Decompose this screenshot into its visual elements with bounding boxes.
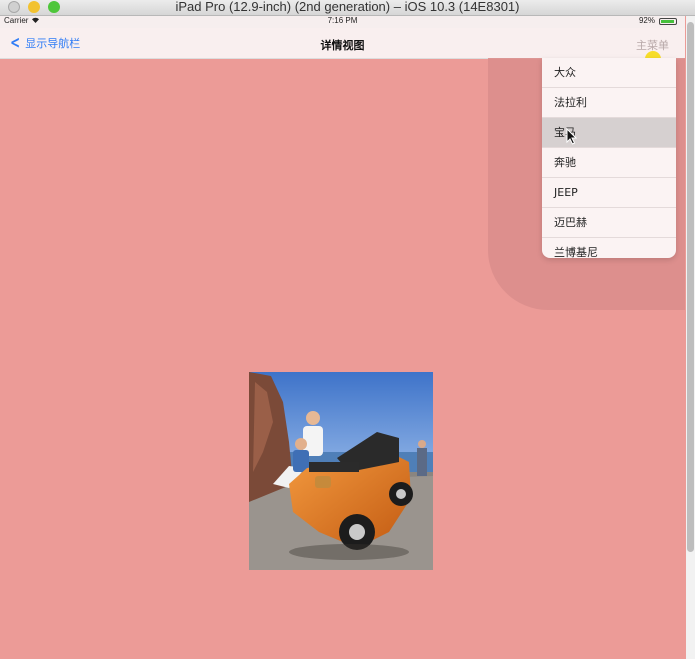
navigation-bar: < 显示导航栏 详情视图 主菜单 <box>0 28 685 59</box>
popover-item[interactable]: 迈巴赫 <box>542 208 676 238</box>
car-photo <box>249 372 433 570</box>
popover-item[interactable]: 奔驰 <box>542 148 676 178</box>
status-bar: Carrier 7:16 PM 92% <box>0 16 685 28</box>
car-brand-popover-menu: 大众 法拉利 宝马 奔驰 JEEP 迈巴赫 兰博基尼 <box>542 58 676 258</box>
popover-item[interactable]: 宝马 <box>542 118 676 148</box>
status-time: 7:16 PM <box>327 16 358 25</box>
window-title: iPad Pro (12.9-inch) (2nd generation) – … <box>175 0 520 14</box>
simulator-title-bar: iPad Pro (12.9-inch) (2nd generation) – … <box>0 0 695 16</box>
popover-item[interactable]: 大众 <box>542 58 676 88</box>
popover-item[interactable]: 兰博基尼 <box>542 238 676 258</box>
mouse-cursor-icon <box>566 127 578 149</box>
page-title: 详情视图 <box>320 39 365 52</box>
battery-icon <box>659 18 677 25</box>
popover-item[interactable]: JEEP <box>542 178 676 208</box>
scrollbar-thumb[interactable] <box>687 22 694 552</box>
battery-percentage: 92% <box>638 16 655 25</box>
window-scrollbar[interactable] <box>686 16 695 659</box>
battery-level-fill <box>661 20 674 23</box>
popover-item[interactable]: 法拉利 <box>542 88 676 118</box>
